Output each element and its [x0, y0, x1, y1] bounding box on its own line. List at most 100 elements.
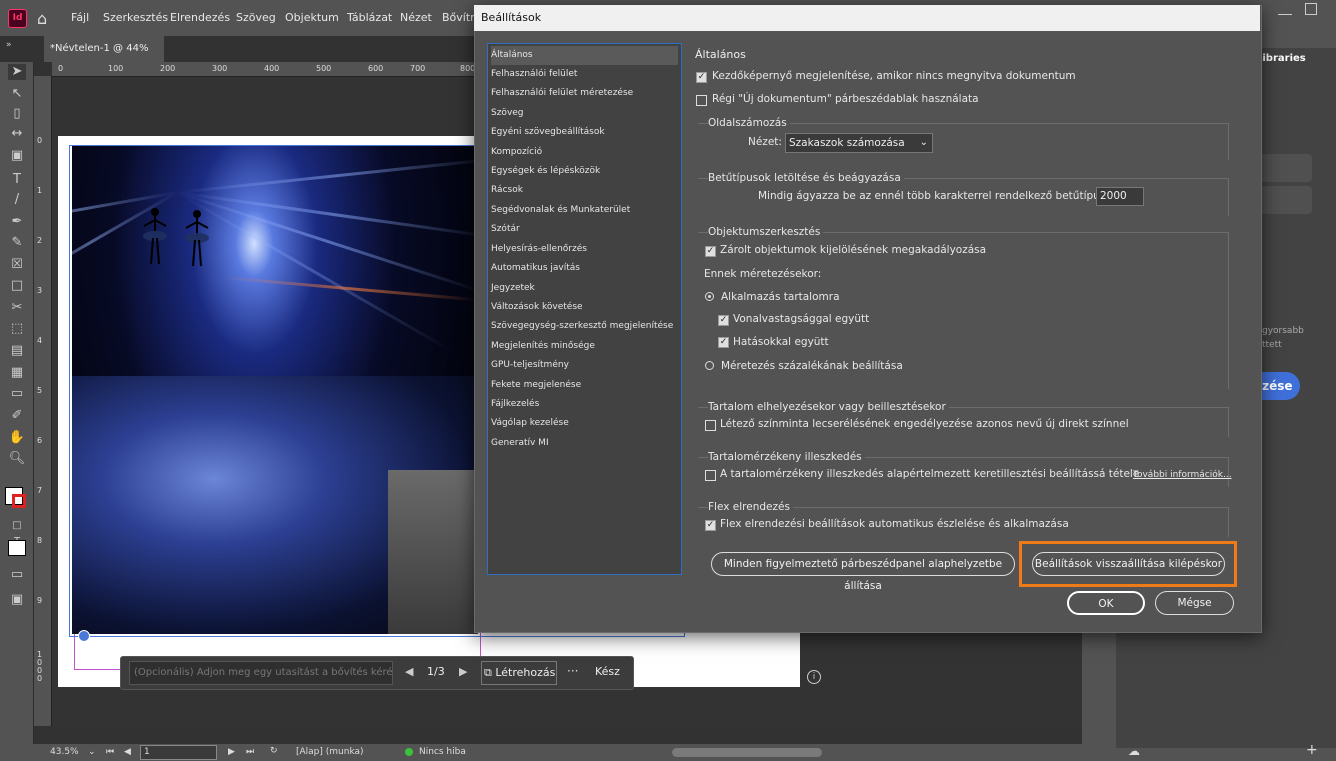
prompt-input[interactable]: (Opcionális) Adjon meg egy utasítást a b…: [129, 661, 393, 685]
panel-text: gyorsabb: [1262, 326, 1304, 336]
zoom-tool-icon[interactable]: 🔍︎: [8, 451, 26, 467]
view-dropdown[interactable]: Szakaszok számozása ⌄: [785, 133, 933, 153]
restore-button[interactable]: [1305, 3, 1317, 15]
screen-mode-icon[interactable]: ▭: [8, 567, 26, 583]
category-autocorrect[interactable]: Automatikus javítás: [491, 259, 678, 278]
category-composition[interactable]: Kompozíció: [491, 143, 678, 162]
menu-object[interactable]: Objektum: [285, 11, 339, 24]
type-tool-icon[interactable]: T: [8, 172, 26, 188]
page-tool-icon[interactable]: ▯: [8, 106, 26, 122]
category-guides[interactable]: Segédvonalak és Munkaterület: [491, 201, 678, 220]
content-collector-icon[interactable]: ▣: [8, 148, 26, 164]
adjust-scaling-percent-radio[interactable]: [705, 361, 714, 370]
more-info-link[interactable]: További információk...: [1133, 470, 1232, 480]
document-tab[interactable]: *Névtelen-1 @ 44% ×: [44, 36, 164, 80]
scissors-tool-icon[interactable]: ✂: [8, 300, 26, 316]
category-story-editor[interactable]: Szövegegység-szerkesztő megjelenítése: [491, 317, 678, 336]
hand-tool-icon[interactable]: ✋: [8, 430, 26, 446]
category-grids[interactable]: Rácsok: [491, 181, 678, 200]
menu-table[interactable]: Táblázat: [347, 11, 392, 24]
open-page-icon[interactable]: ↻: [270, 746, 278, 756]
rectangle-frame-tool-icon[interactable]: ☒: [8, 257, 26, 273]
category-gpu[interactable]: GPU-teljesítmény: [491, 356, 678, 375]
category-ui-scaling[interactable]: Felhasználói felület méretezése: [491, 84, 678, 103]
direct-selection-tool-icon[interactable]: ↖: [8, 86, 26, 102]
menu-edit[interactable]: Szerkesztés: [103, 11, 168, 24]
legacy-new-doc-checkbox[interactable]: [696, 95, 707, 106]
category-generative-ai[interactable]: Generatív MI: [491, 434, 678, 453]
prev-page-icon[interactable]: ◀: [124, 747, 131, 757]
include-effects-checkbox[interactable]: ✓: [718, 337, 729, 348]
cancel-button[interactable]: Mégse: [1155, 591, 1234, 615]
next-page-icon[interactable]: ▶: [228, 747, 235, 757]
more-options-icon[interactable]: ···: [567, 664, 578, 678]
category-display-performance[interactable]: Megjelenítés minősége: [491, 337, 678, 356]
free-transform-tool-icon[interactable]: ⬚: [8, 321, 26, 337]
page-field[interactable]: 1: [140, 745, 217, 760]
content-aware-fit-checkbox[interactable]: [705, 470, 716, 481]
minimize-button[interactable]: [1278, 4, 1292, 15]
pen-tool-icon[interactable]: ✒: [8, 214, 26, 230]
include-stroke-checkbox[interactable]: ✓: [718, 315, 729, 326]
category-type[interactable]: Szöveg: [491, 104, 678, 123]
last-page-icon[interactable]: ⏭: [246, 747, 254, 757]
category-general[interactable]: Általános: [491, 46, 678, 65]
locked-objects-checkbox[interactable]: ✓: [705, 246, 716, 257]
selection-handle[interactable]: [78, 630, 90, 642]
reset-prefs-button[interactable]: Beállítások visszaállítása kilépéskor: [1032, 552, 1225, 576]
prev-variant-icon[interactable]: ◀: [405, 665, 413, 678]
home-icon[interactable]: ⌂: [37, 9, 47, 28]
font-embed-input[interactable]: 2000: [1096, 187, 1144, 206]
library-item[interactable]: [1256, 154, 1312, 182]
libraries-tab[interactable]: Libraries: [1256, 53, 1306, 64]
panel-collapse-icon[interactable]: »: [6, 40, 12, 50]
category-notes[interactable]: Jegyzetek: [491, 279, 678, 298]
category-black[interactable]: Fekete megjelenése: [491, 376, 678, 395]
add-icon[interactable]: +: [1306, 742, 1318, 758]
category-interface[interactable]: Felhasználói felület: [491, 65, 678, 84]
rectangle-tool-icon[interactable]: □: [8, 278, 26, 294]
note-tool-icon[interactable]: ▭: [8, 386, 26, 402]
welcome-screen-checkbox[interactable]: ✓: [696, 72, 707, 83]
apply-to-content-radio[interactable]: [705, 292, 714, 301]
line-tool-icon[interactable]: /: [8, 192, 26, 208]
master-page-label[interactable]: [Alap] (munka): [296, 747, 364, 757]
menu-view[interactable]: Nézet: [400, 11, 432, 24]
menu-type[interactable]: Szöveg: [236, 11, 276, 24]
formatting-affects-container-icon[interactable]: □ T: [8, 518, 26, 547]
eyedropper-tool-icon[interactable]: ✐: [8, 408, 26, 424]
horizontal-scrollbar[interactable]: [672, 748, 822, 757]
replace-swatch-checkbox[interactable]: [705, 420, 716, 431]
category-file-handling[interactable]: Fájlkezelés: [491, 395, 678, 414]
gradient-feather-icon[interactable]: ▦: [8, 365, 26, 381]
next-variant-icon[interactable]: ▶: [459, 665, 467, 678]
preflight-status[interactable]: Nincs hiba: [419, 747, 466, 757]
info-icon[interactable]: i: [807, 670, 821, 684]
menu-layout[interactable]: Elrendezés: [170, 11, 230, 24]
selection-tool-icon[interactable]: ➤: [8, 64, 26, 80]
gradient-tool-icon[interactable]: ▤: [8, 343, 26, 359]
category-units[interactable]: Egységek és lépésközök: [491, 162, 678, 181]
create-button-label: Létrehozás: [495, 666, 556, 679]
stroke-swatch-icon[interactable]: [12, 494, 26, 508]
menu-file[interactable]: Fájl: [71, 11, 89, 24]
done-button[interactable]: Kész: [595, 665, 620, 678]
library-item[interactable]: [1256, 186, 1312, 214]
category-track-changes[interactable]: Változások követése: [491, 298, 678, 317]
pencil-tool-icon[interactable]: ✎: [8, 235, 26, 251]
apply-none-icon[interactable]: [8, 540, 26, 556]
zoom-level[interactable]: 43.5%: [50, 747, 79, 757]
category-dictionary[interactable]: Szótár: [491, 220, 678, 239]
flex-layout-checkbox[interactable]: ✓: [705, 520, 716, 531]
ok-button[interactable]: OK: [1067, 591, 1145, 615]
cloud-icon[interactable]: ☁: [1128, 744, 1140, 758]
zoom-dropdown-icon[interactable]: ⌄: [88, 747, 96, 757]
preview-mode-icon[interactable]: ▣: [8, 592, 26, 608]
category-advanced-type[interactable]: Egyéni szövegbeállítások: [491, 123, 678, 142]
category-spelling[interactable]: Helyesírás-ellenőrzés: [491, 240, 678, 259]
create-button[interactable]: ⧉ Létrehozás: [481, 661, 557, 685]
category-clipboard[interactable]: Vágólap kezelése: [491, 414, 678, 433]
first-page-icon[interactable]: ⏮: [106, 747, 114, 757]
reset-warnings-button[interactable]: Minden figyelmeztető párbeszédpanel alap…: [711, 552, 1015, 592]
gap-tool-icon[interactable]: ↔: [8, 126, 26, 142]
